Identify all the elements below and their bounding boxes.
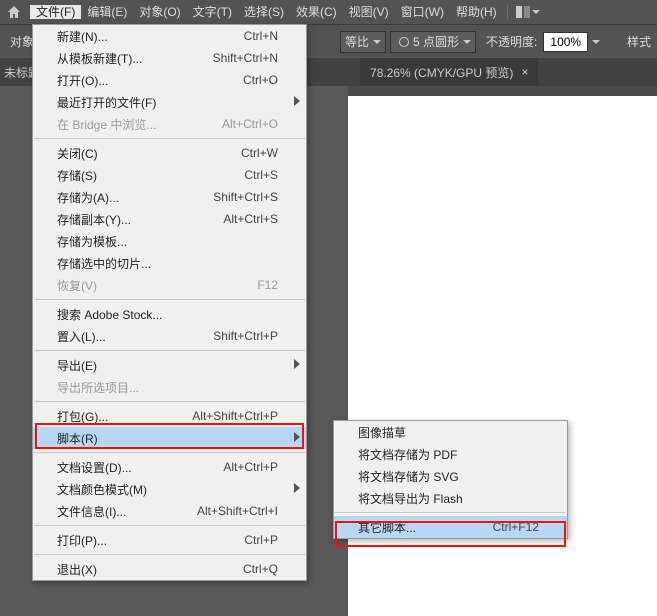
chevron-right-icon bbox=[294, 95, 300, 109]
menu-item-label: 导出所选项目... bbox=[57, 379, 278, 396]
menu-item-label: 将文档存储为 SVG bbox=[358, 468, 539, 485]
menu-item-shortcut: F12 bbox=[257, 278, 278, 292]
close-icon[interactable]: × bbox=[521, 65, 528, 79]
menu-item-label: 将文档存储为 PDF bbox=[358, 446, 539, 463]
file-item-10[interactable]: 存储为模板... bbox=[33, 230, 306, 252]
menu-文件(F)[interactable]: 文件(F) bbox=[30, 5, 81, 19]
menu-item-label: 搜索 Adobe Stock... bbox=[57, 306, 278, 323]
menu-item-shortcut: Alt+Ctrl+O bbox=[222, 117, 278, 131]
menu-item-label: 文档设置(D)... bbox=[57, 459, 193, 476]
menu-item-label: 在 Bridge 中浏览... bbox=[57, 116, 192, 133]
file-menu: 新建(N)...Ctrl+N从模板新建(T)...Shift+Ctrl+N打开(… bbox=[32, 24, 307, 581]
menu-item-shortcut: Alt+Shift+Ctrl+I bbox=[197, 504, 278, 518]
menu-item-shortcut: Shift+Ctrl+P bbox=[213, 329, 278, 343]
menu-效果(C)[interactable]: 效果(C) bbox=[290, 5, 343, 19]
menu-item-label: 恢复(V) bbox=[57, 277, 227, 294]
menu-item-label: 文件信息(I)... bbox=[57, 503, 167, 520]
file-item-12: 恢复(V) F12 bbox=[33, 274, 306, 296]
chevron-right-icon bbox=[294, 482, 300, 496]
menu-item-label: 将文档导出为 Flash bbox=[358, 490, 539, 507]
menu-item-shortcut: Ctrl+Q bbox=[243, 562, 278, 576]
file-item-4: 在 Bridge 中浏览... Alt+Ctrl+O bbox=[33, 113, 306, 135]
menu-item-shortcut: Ctrl+O bbox=[243, 73, 278, 87]
menu-item-label: 存储选中的切片... bbox=[57, 255, 278, 272]
menu-item-shortcut: Alt+Ctrl+S bbox=[223, 212, 278, 226]
file-item-0[interactable]: 新建(N)... Ctrl+N bbox=[33, 25, 306, 47]
menu-item-label: 其它脚本... bbox=[358, 519, 463, 536]
menu-item-shortcut: Ctrl+F12 bbox=[493, 520, 539, 534]
circle-icon bbox=[399, 37, 409, 47]
menu-编辑(E)[interactable]: 编辑(E) bbox=[81, 5, 133, 19]
file-item-6[interactable]: 关闭(C) Ctrl+W bbox=[33, 142, 306, 164]
opacity-label: 不透明度: bbox=[480, 33, 543, 50]
script-item-3[interactable]: 将文档导出为 Flash bbox=[334, 487, 567, 509]
document-tab[interactable]: 78.26% (CMYK/GPU 预览)× bbox=[360, 58, 538, 86]
proportion-dropdown[interactable]: 等比 bbox=[340, 31, 386, 53]
menu-选择(S)[interactable]: 选择(S) bbox=[238, 5, 290, 19]
file-item-18: 导出所选项目... bbox=[33, 376, 306, 398]
file-item-15[interactable]: 置入(L)... Shift+Ctrl+P bbox=[33, 325, 306, 347]
style-label[interactable]: 样式 bbox=[621, 33, 657, 50]
menu-item-label: 脚本(R) bbox=[57, 430, 278, 447]
menu-item-label: 最近打开的文件(F) bbox=[57, 94, 278, 111]
stroke-dropdown[interactable]: 5 点圆形 bbox=[390, 31, 476, 53]
menu-item-label: 存储(S) bbox=[57, 167, 214, 184]
menu-item-label: 退出(X) bbox=[57, 561, 213, 578]
script-item-1[interactable]: 将文档存储为 PDF bbox=[334, 443, 567, 465]
file-item-1[interactable]: 从模板新建(T)... Shift+Ctrl+N bbox=[33, 47, 306, 69]
menu-item-label: 关闭(C) bbox=[57, 145, 211, 162]
menu-item-label: 导出(E) bbox=[57, 357, 278, 374]
file-item-3[interactable]: 最近打开的文件(F) bbox=[33, 91, 306, 113]
file-item-23[interactable]: 文档设置(D)... Alt+Ctrl+P bbox=[33, 456, 306, 478]
menu-item-shortcut: Shift+Ctrl+N bbox=[213, 51, 278, 65]
file-item-17[interactable]: 导出(E) bbox=[33, 354, 306, 376]
file-item-29[interactable]: 退出(X) Ctrl+Q bbox=[33, 558, 306, 580]
chevron-right-icon bbox=[294, 431, 300, 445]
script-item-2[interactable]: 将文档存储为 SVG bbox=[334, 465, 567, 487]
menu-item-label: 新建(N)... bbox=[57, 28, 214, 45]
menu-item-label: 打开(O)... bbox=[57, 72, 213, 89]
script-submenu: 图像描草将文档存储为 PDF 将文档存储为 SVG 将文档导出为 Flash 其它脚本… bbox=[333, 420, 568, 539]
script-item-0[interactable]: 图像描草 bbox=[334, 421, 567, 443]
menu-item-shortcut: Ctrl+N bbox=[244, 29, 278, 43]
menu-item-label: 打包(G)... bbox=[57, 408, 162, 425]
menu-item-shortcut: Alt+Shift+Ctrl+P bbox=[192, 409, 278, 423]
menu-item-label: 存储为模板... bbox=[57, 233, 278, 250]
file-item-27[interactable]: 打印(P)... Ctrl+P bbox=[33, 529, 306, 551]
menu-item-label: 从模板新建(T)... bbox=[57, 50, 183, 67]
home-icon[interactable] bbox=[6, 4, 22, 23]
menu-帮助(H)[interactable]: 帮助(H) bbox=[450, 5, 503, 19]
file-item-9[interactable]: 存储副本(Y)... Alt+Ctrl+S bbox=[33, 208, 306, 230]
file-item-20[interactable]: 打包(G)... Alt+Shift+Ctrl+P bbox=[33, 405, 306, 427]
script-item-5[interactable]: 其它脚本... Ctrl+F12 bbox=[334, 516, 567, 538]
menu-item-label: 打印(P)... bbox=[57, 532, 214, 549]
menu-item-shortcut: Ctrl+S bbox=[244, 168, 278, 182]
file-item-7[interactable]: 存储(S) Ctrl+S bbox=[33, 164, 306, 186]
opacity-input[interactable]: 100% bbox=[543, 32, 588, 52]
menu-视图(V)[interactable]: 视图(V) bbox=[343, 5, 395, 19]
menu-item-shortcut: Ctrl+W bbox=[241, 146, 278, 160]
file-item-21[interactable]: 脚本(R) bbox=[33, 427, 306, 449]
file-item-25[interactable]: 文件信息(I)... Alt+Shift+Ctrl+I bbox=[33, 500, 306, 522]
menu-item-label: 存储副本(Y)... bbox=[57, 211, 193, 228]
file-item-24[interactable]: 文档颜色模式(M) bbox=[33, 478, 306, 500]
menu-对象(O)[interactable]: 对象(O) bbox=[133, 5, 186, 19]
menu-item-label: 图像描草 bbox=[358, 424, 539, 441]
file-item-8[interactable]: 存储为(A)... Shift+Ctrl+S bbox=[33, 186, 306, 208]
file-item-14[interactable]: 搜索 Adobe Stock... bbox=[33, 303, 306, 325]
menu-item-label: 存储为(A)... bbox=[57, 189, 183, 206]
menu-item-shortcut: Shift+Ctrl+S bbox=[213, 190, 278, 204]
chevron-right-icon bbox=[294, 358, 300, 372]
file-item-2[interactable]: 打开(O)... Ctrl+O bbox=[33, 69, 306, 91]
menu-item-label: 置入(L)... bbox=[57, 328, 183, 345]
layout-selector[interactable] bbox=[516, 6, 540, 18]
menu-item-label: 文档颜色模式(M) bbox=[57, 481, 278, 498]
menu-item-shortcut: Alt+Ctrl+P bbox=[223, 460, 278, 474]
menubar: 文件(F)编辑(E)对象(O)文字(T)选择(S)效果(C)视图(V)窗口(W)… bbox=[0, 0, 657, 24]
menu-item-shortcut: Ctrl+P bbox=[244, 533, 278, 547]
menu-文字(T)[interactable]: 文字(T) bbox=[187, 5, 238, 19]
file-item-11[interactable]: 存储选中的切片... bbox=[33, 252, 306, 274]
menu-窗口(W)[interactable]: 窗口(W) bbox=[395, 5, 450, 19]
